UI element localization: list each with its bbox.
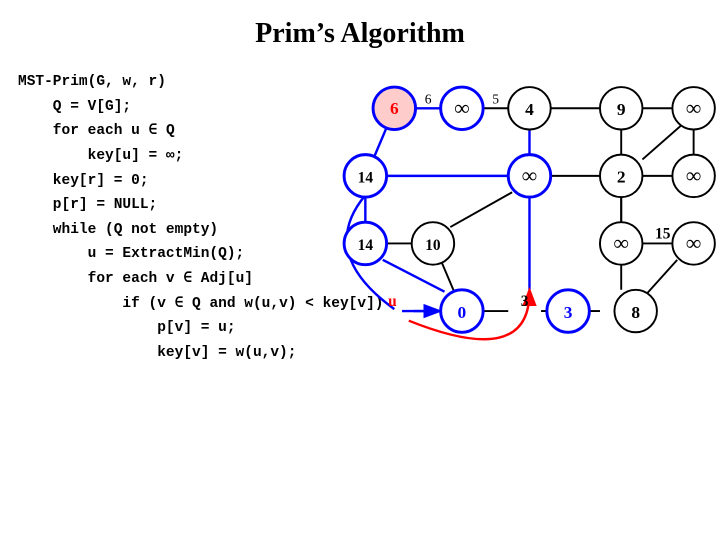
code-line-11: p[v] = u; [18,316,384,341]
svg-text:8: 8 [631,303,640,322]
svg-text:∞: ∞ [686,231,701,255]
code-line-5: key[r] = 0; [18,169,384,194]
page-title: Prim’s Algorithm [0,0,720,60]
svg-text:∞: ∞ [522,164,537,188]
code-line-9: for each v ∈ Adj[u] [18,267,384,292]
code-line-2: Q = V[G]; [18,95,384,120]
svg-text:10: 10 [425,237,441,254]
svg-text:9: 9 [617,100,626,119]
code-block: MST-Prim(G, w, r) Q = V[G]; for each u ∈… [18,70,384,366]
svg-text:6: 6 [425,91,432,106]
svg-text:∞: ∞ [686,164,701,188]
svg-text:6: 6 [390,99,399,118]
svg-text:14: 14 [358,170,374,187]
code-line-3: for each u ∈ Q [18,119,384,144]
code-line-8: u = ExtractMin(Q); [18,242,384,267]
svg-text:0: 0 [458,303,467,322]
svg-text:∞: ∞ [454,96,469,120]
code-line-6: p[r] = NULL; [18,193,384,218]
code-line-4: key[u] = ∞; [18,144,384,169]
code-line-10: if (v ∈ Q and w(u,v) < key[v]) [18,292,384,317]
svg-text:2: 2 [617,168,626,187]
svg-text:14: 14 [358,237,374,254]
svg-text:∞: ∞ [614,231,629,255]
svg-text:3: 3 [564,303,573,322]
svg-text:u: u [388,293,397,310]
svg-text:15: 15 [655,226,671,243]
graph-svg: 6 ∞ 4 9 ∞ 14 ∞ 2 ∞ 14 10 [330,60,700,340]
svg-text:3: 3 [521,293,529,310]
code-line-1: MST-Prim(G, w, r) [18,70,384,95]
code-line-12: key[v] = w(u,v); [18,341,384,366]
graph-area: 6 ∞ 4 9 ∞ 14 ∞ 2 ∞ 14 10 [330,60,700,340]
svg-text:5: 5 [492,91,499,106]
code-line-7: while (Q not empty) [18,218,384,243]
svg-text:∞: ∞ [686,96,701,120]
svg-text:4: 4 [525,100,534,119]
